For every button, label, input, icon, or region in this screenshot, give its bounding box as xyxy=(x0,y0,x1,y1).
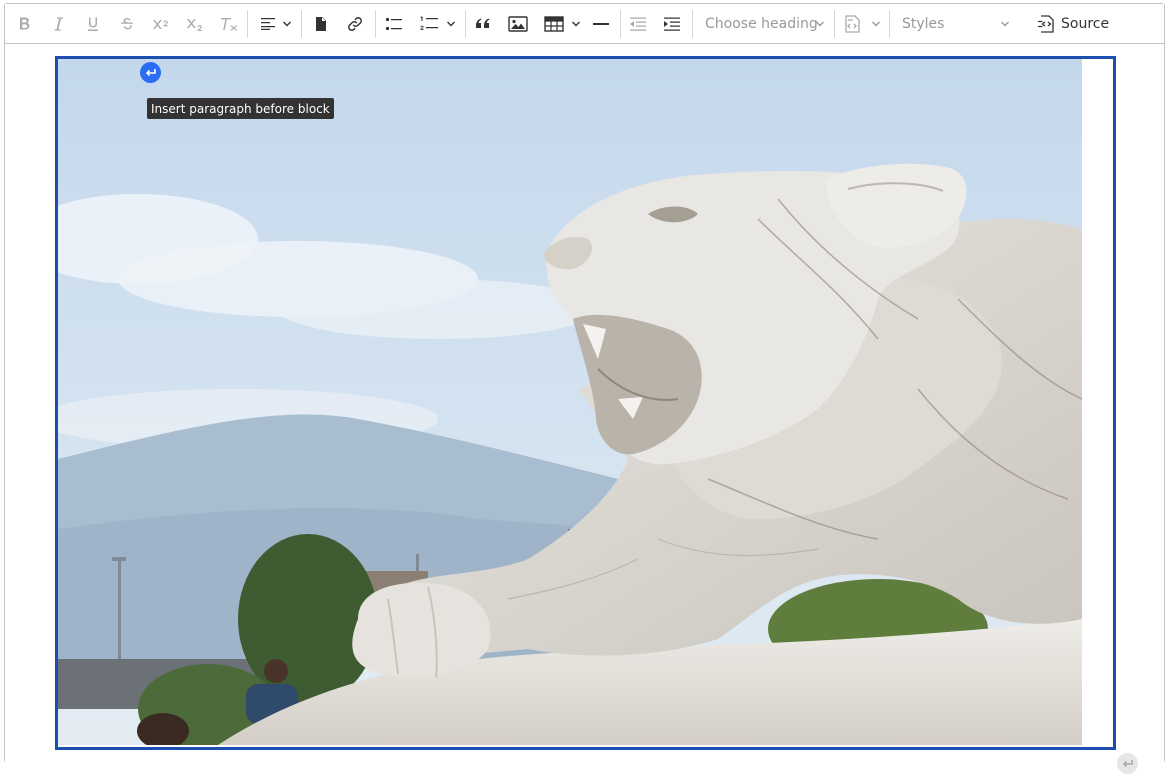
toolbar-separator xyxy=(834,10,835,38)
image-icon xyxy=(508,16,528,32)
superscript-icon xyxy=(153,20,168,29)
image-widget[interactable]: Insert paragraph before block xyxy=(55,56,1138,774)
strikethrough-button[interactable] xyxy=(115,10,139,38)
styles-dropdown-caret[interactable] xyxy=(1000,10,1010,38)
underline-icon xyxy=(88,17,98,31)
chevron-down-icon xyxy=(1001,21,1009,27)
subscript-icon xyxy=(187,19,202,31)
code-block-button[interactable] xyxy=(841,10,865,38)
quote-icon xyxy=(476,18,490,28)
toolbar-separator xyxy=(375,10,376,38)
indent-button[interactable] xyxy=(660,10,684,38)
bold-icon xyxy=(20,17,30,30)
chevron-down-icon xyxy=(872,21,880,27)
return-arrow-icon xyxy=(1122,759,1133,767)
remove-format-button[interactable] xyxy=(217,10,241,38)
block-quote-button[interactable] xyxy=(471,10,495,38)
insert-table-button[interactable] xyxy=(541,10,567,38)
outdent-icon xyxy=(630,17,646,31)
toolbar-separator xyxy=(247,10,248,38)
underline-button[interactable] xyxy=(81,10,105,38)
insert-paragraph-tooltip: Insert paragraph before block xyxy=(147,98,334,119)
italic-icon xyxy=(54,17,63,31)
numbered-list-dropdown-caret[interactable] xyxy=(446,10,456,38)
align-left-icon xyxy=(261,18,275,30)
heading-dropdown-caret[interactable] xyxy=(815,10,825,38)
toolbar-separator xyxy=(465,10,466,38)
indent-icon xyxy=(664,17,680,31)
bulleted-list-icon xyxy=(385,17,402,31)
return-arrow-icon xyxy=(145,68,156,76)
source-button[interactable] xyxy=(1034,10,1058,38)
italic-button[interactable] xyxy=(47,10,71,38)
numbered-list-icon xyxy=(420,16,438,30)
rich-text-editor: Choose heading Styles Source Insert para… xyxy=(4,3,1165,774)
editor-content-area[interactable]: Insert paragraph before block xyxy=(5,45,1164,774)
remove-format-icon xyxy=(221,18,238,31)
insert-media-button[interactable] xyxy=(309,10,333,38)
toolbar-separator xyxy=(889,10,890,38)
link-button[interactable] xyxy=(343,10,367,38)
toolbar-separator xyxy=(301,10,302,38)
chevron-down-icon xyxy=(572,21,580,27)
superscript-button[interactable] xyxy=(149,10,173,38)
alignment-dropdown-caret[interactable] xyxy=(282,10,292,38)
toolbar-separator xyxy=(620,10,621,38)
statue-image[interactable] xyxy=(58,59,1082,745)
code-block-icon xyxy=(845,15,860,33)
alignment-button[interactable] xyxy=(256,10,280,38)
bold-button[interactable] xyxy=(13,10,37,38)
chevron-down-icon xyxy=(447,21,455,27)
numbered-list-button[interactable] xyxy=(416,10,442,38)
toolbar-separator xyxy=(692,10,693,38)
outdent-button[interactable] xyxy=(626,10,650,38)
document-icon xyxy=(316,17,326,31)
bulleted-list-button[interactable] xyxy=(382,10,406,38)
strikethrough-icon xyxy=(121,18,133,30)
photo-mountain-lion-statue xyxy=(58,59,1082,745)
heading-dropdown[interactable]: Choose heading xyxy=(705,10,825,38)
table-icon xyxy=(544,16,564,32)
chevron-down-icon xyxy=(283,21,291,27)
insert-image-button[interactable] xyxy=(505,10,531,38)
horizontal-line-button[interactable] xyxy=(589,10,613,38)
editor-toolbar: Choose heading Styles Source xyxy=(5,4,1164,44)
heading-dropdown-label: Choose heading xyxy=(705,16,818,32)
chevron-down-icon xyxy=(816,21,824,27)
styles-dropdown[interactable]: Styles xyxy=(902,10,1002,38)
link-icon xyxy=(348,17,362,31)
insert-paragraph-before-button[interactable] xyxy=(140,62,161,83)
source-icon xyxy=(1038,15,1054,33)
source-button-label[interactable]: Source xyxy=(1061,10,1109,38)
subscript-button[interactable] xyxy=(183,10,207,38)
code-block-dropdown-caret[interactable] xyxy=(871,10,881,38)
styles-dropdown-label: Styles xyxy=(902,16,945,32)
horizontal-line-icon xyxy=(593,23,609,25)
insert-table-dropdown-caret[interactable] xyxy=(571,10,581,38)
